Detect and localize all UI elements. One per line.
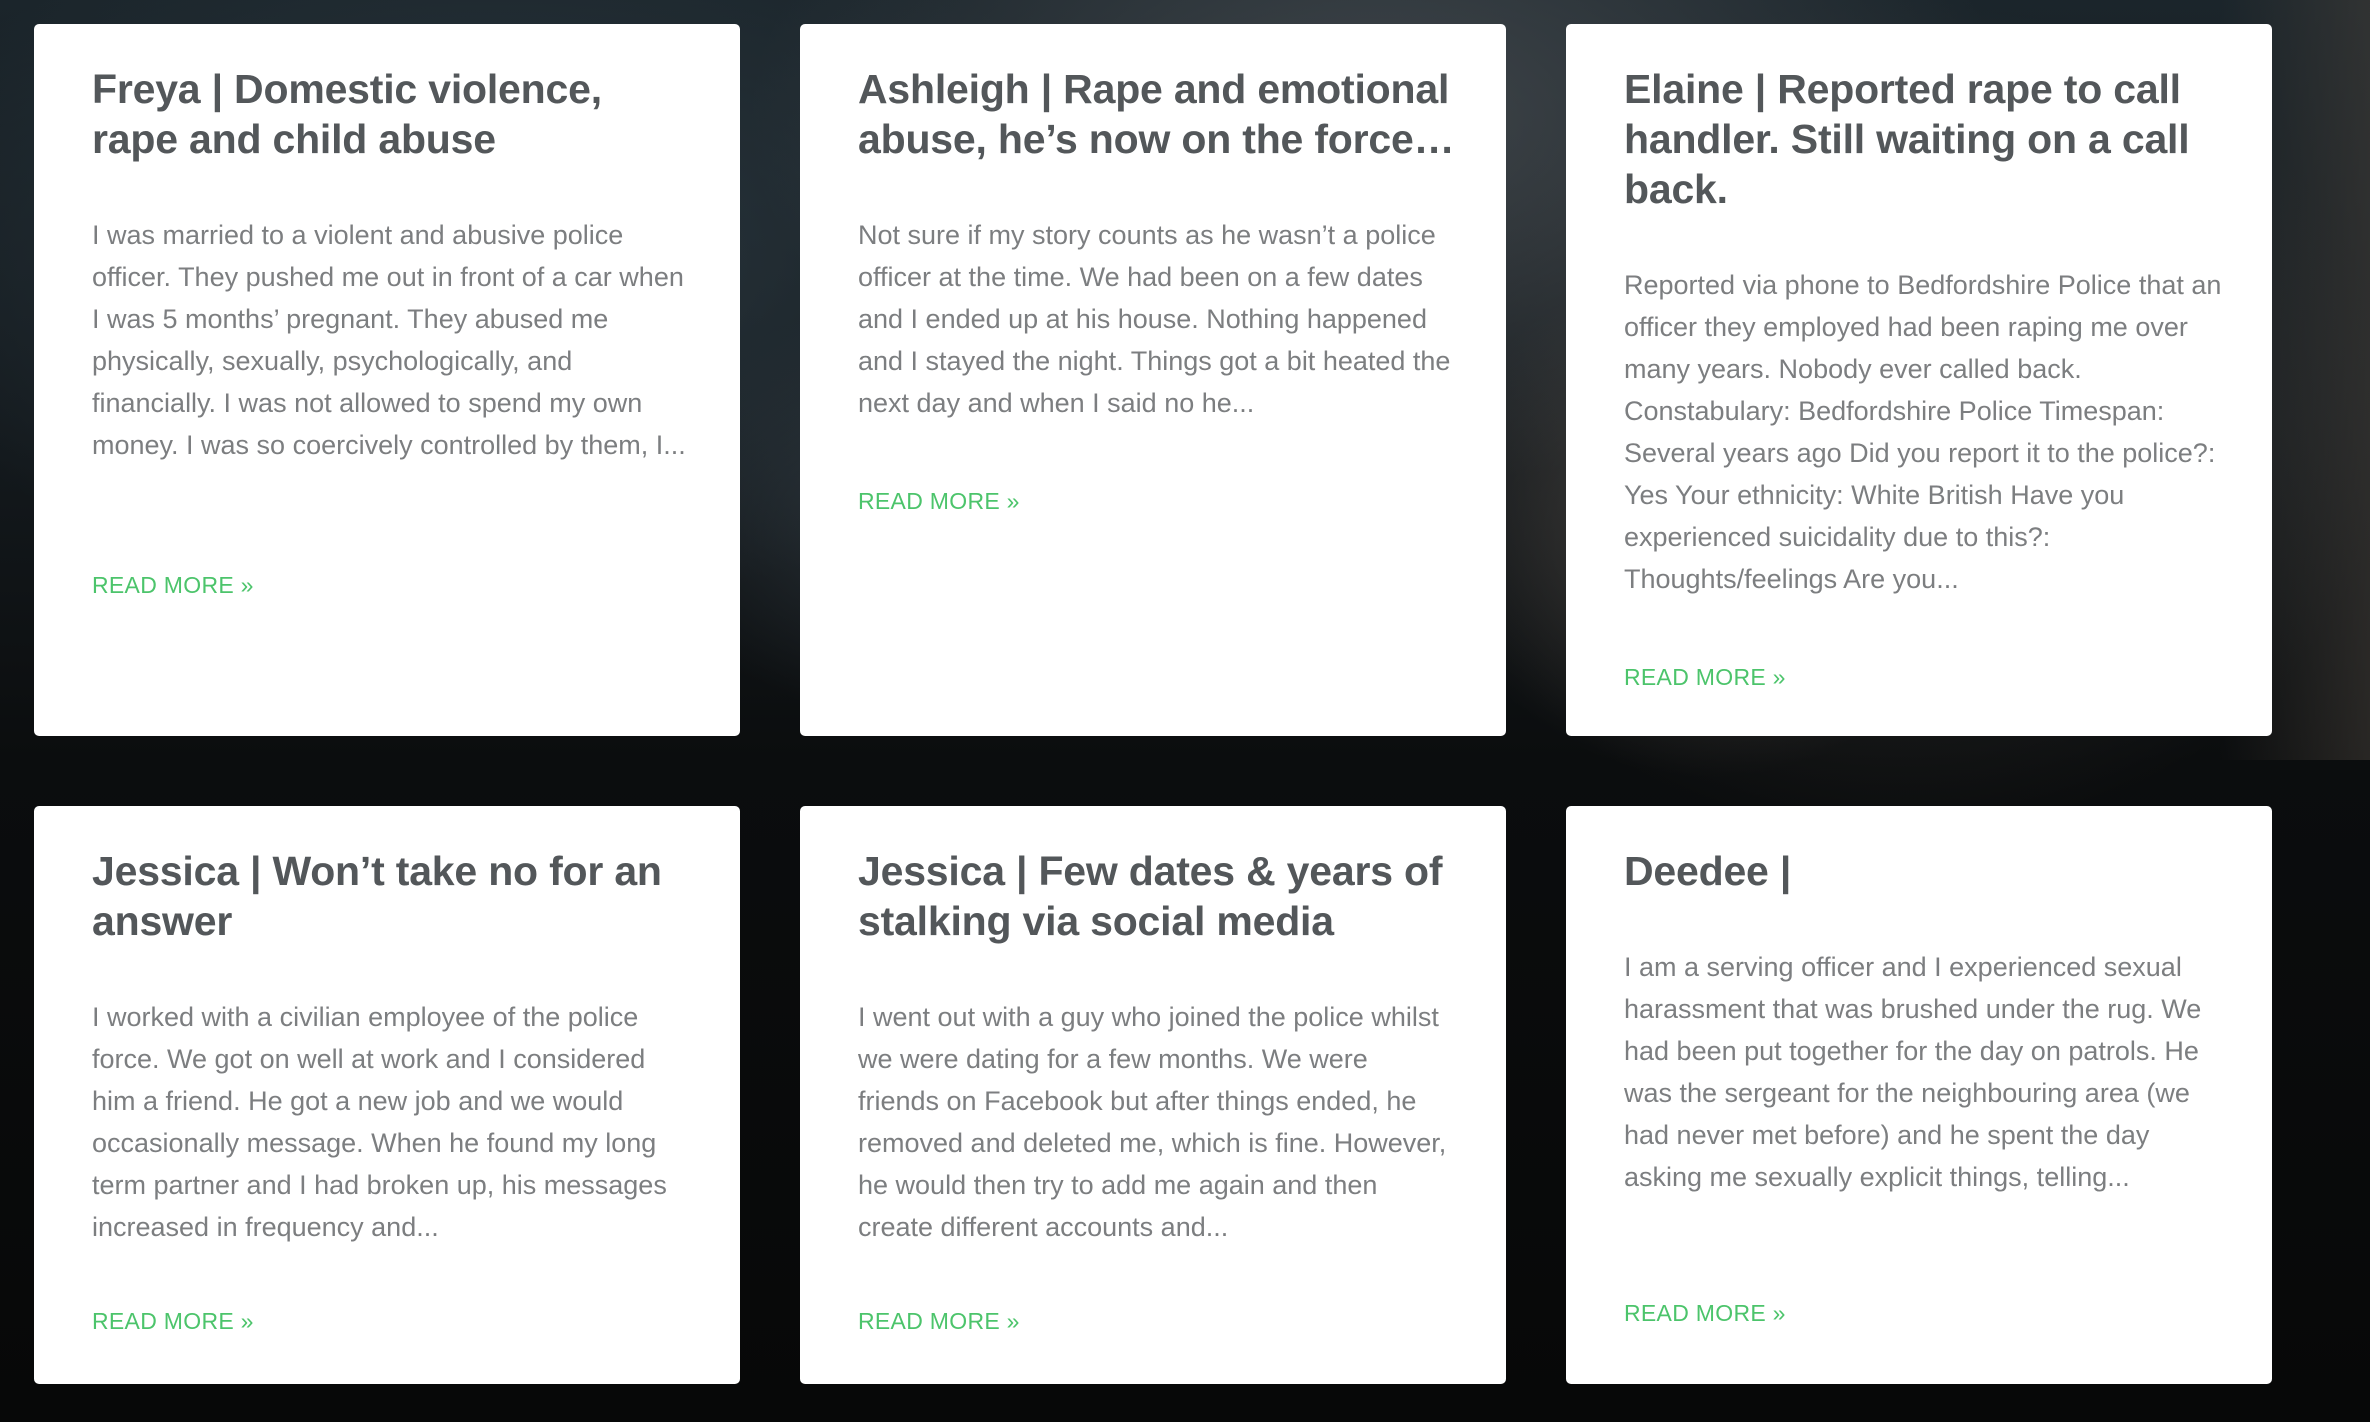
story-excerpt: Reported via phone to Bedfordshire Polic… (1624, 270, 2222, 594)
story-title[interactable]: Jessica | Won’t take no for an answer (92, 846, 690, 946)
read-more-link[interactable]: READ MORE » (92, 1306, 254, 1336)
story-excerpt: Not sure if my story counts as he wasn’t… (858, 220, 1451, 418)
story-title[interactable]: Ashleigh | Rape and emotional abuse, he’… (858, 64, 1456, 164)
read-more-link[interactable]: READ MORE » (858, 1306, 1020, 1336)
story-card: Ashleigh | Rape and emotional abuse, he’… (800, 24, 1506, 736)
story-excerpt: I was married to a violent and abusive p… (92, 220, 686, 460)
read-more-link[interactable]: READ MORE » (1624, 1298, 1786, 1328)
story-excerpt: I worked with a civilian employee of the… (92, 1002, 667, 1242)
read-more-link[interactable]: READ MORE » (1624, 662, 1786, 692)
story-excerpt: I am a serving officer and I experienced… (1624, 952, 2202, 1192)
read-more-link[interactable]: READ MORE » (858, 486, 1020, 516)
story-card: Freya | Domestic violence, rape and chil… (34, 24, 740, 736)
story-card: Jessica | Few dates & years of stalking … (800, 806, 1506, 1384)
story-card: Deedee | I am a serving officer and I ex… (1566, 806, 2272, 1384)
story-card: Jessica | Won’t take no for an answer I … (34, 806, 740, 1384)
story-title[interactable]: Jessica | Few dates & years of stalking … (858, 846, 1456, 946)
read-more-link[interactable]: READ MORE » (92, 570, 254, 600)
story-title[interactable]: Freya | Domestic violence, rape and chil… (92, 64, 690, 164)
story-title[interactable]: Deedee | (1624, 846, 2222, 896)
story-excerpt: I went out with a guy who joined the pol… (858, 1002, 1447, 1242)
story-title[interactable]: Elaine | Reported rape to call handler. … (1624, 64, 2222, 214)
story-card: Elaine | Reported rape to call handler. … (1566, 24, 2272, 736)
